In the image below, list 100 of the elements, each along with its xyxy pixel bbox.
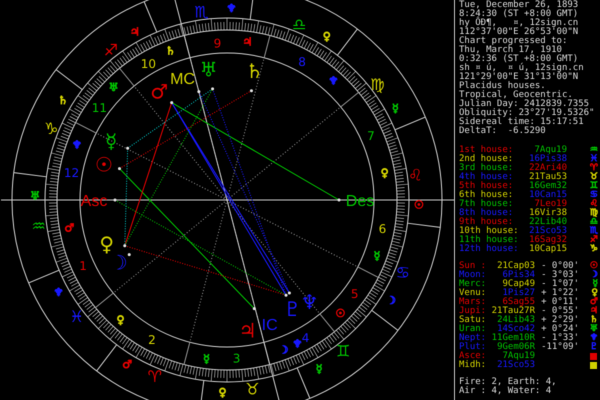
ruler-glyph: ♆ xyxy=(226,2,236,16)
planet-glyph: ♄ xyxy=(245,58,264,83)
body-speed: -11°09' xyxy=(540,343,579,352)
sign-glyph: ♐ xyxy=(590,236,598,245)
body-name: Uran: xyxy=(459,325,488,334)
body-speed: - 3°03' xyxy=(540,271,579,280)
body-name: Venu: xyxy=(459,289,488,298)
ruler-glyph: ♀ xyxy=(218,386,227,399)
planet-glyph: ♄ xyxy=(590,316,598,325)
chart-info-text: Placidus houses. xyxy=(459,82,546,91)
house-position: 16Sag32 xyxy=(528,236,567,245)
chart-info-text: Obliquity: 23°27'19.5326" xyxy=(459,109,596,118)
sign-glyph: ♑ xyxy=(590,245,598,254)
body-speed: + 1°22' xyxy=(540,289,579,298)
body-position: 21Sco53 xyxy=(496,361,535,370)
body-position: 11Gem10R xyxy=(490,334,535,343)
house-position: 22Lib40 xyxy=(528,218,567,227)
house-position: 16Pis38 xyxy=(528,155,567,164)
sign-glyph: ♓ xyxy=(590,155,598,164)
house-label: 4th house: xyxy=(459,173,514,182)
body-position: 6Sag55 xyxy=(502,298,535,307)
house-position: 7Aqu19 xyxy=(534,146,567,155)
element-count-text: Fire: 2, Earth: 4, xyxy=(459,378,558,387)
body-speed: + 0°11' xyxy=(540,298,579,307)
ruler-glyph: ☿ xyxy=(203,352,210,366)
house-number: 3 xyxy=(232,352,240,366)
body-name: Merc: xyxy=(459,280,488,289)
ruler-glyph: ♀ xyxy=(116,313,125,326)
body-speed: + 2°29' xyxy=(540,316,579,325)
ruler-glyph: ♆ xyxy=(54,286,64,300)
chart-info-text: Chart progressed to: xyxy=(459,37,568,46)
ruler-glyph: ♃ xyxy=(130,26,140,39)
planet-glyph: ♇ xyxy=(283,296,302,321)
body-position: 24Lib43 xyxy=(496,316,535,325)
body-speed: - 0°00' xyxy=(540,262,579,271)
ruler-glyph: ☿ xyxy=(374,250,380,263)
ruler-glyph: ☉ xyxy=(414,198,424,212)
zodiac-sign: ♋ xyxy=(396,263,410,282)
zodiac-sign: ♓ xyxy=(69,307,84,326)
chart-info-text: DeltaT: -6.5290 xyxy=(459,127,547,136)
chart-info-text: Sidereal time: 15:17:51 xyxy=(459,118,585,127)
body-speed: - 1°07' xyxy=(540,280,579,289)
planet-glyph: ☽ xyxy=(590,271,598,280)
chart-info-text: sh ¤ ú, ¤ ú, 12sign.cn xyxy=(459,64,585,73)
house-label: 10th house: xyxy=(459,227,520,236)
body-name: Satu: xyxy=(459,316,488,325)
chart-info-text: 121°29'00"E 31°13'00"N xyxy=(459,73,580,82)
chart-info-text: 112°37'00"E 26°53'00"N xyxy=(459,28,580,37)
chart-info-text: Tue, December 26, 1893 xyxy=(459,1,580,10)
planet-glyph: ♃ xyxy=(238,318,257,342)
body-position: 14Sco42 xyxy=(497,325,535,334)
house-number: 10 xyxy=(140,56,156,71)
house-position: 16Gem32 xyxy=(528,182,567,191)
ruler-glyph: ♅ xyxy=(30,190,40,203)
zodiac-sign: ♈ xyxy=(148,366,162,386)
element-count-text: Air : 4, Water: 4 xyxy=(459,387,552,396)
body-name: Mars: xyxy=(459,298,488,307)
house-number: 2 xyxy=(148,333,156,348)
body-speed: + 0°24' xyxy=(540,325,579,334)
house-label: 2nd house: xyxy=(459,155,514,164)
ruler-glyph: ☿ xyxy=(392,102,399,115)
body-name: Asce: xyxy=(459,352,488,361)
house-label: 3rd house: xyxy=(459,164,514,173)
sign-glyph: ♉ xyxy=(590,173,598,182)
ruler-glyph: ♀ xyxy=(322,30,331,43)
house-position: 22Ari40 xyxy=(528,164,567,173)
ruler-glyph: ♆ xyxy=(328,74,338,88)
house-label: 12th house: xyxy=(459,245,520,254)
house-number: 4 xyxy=(302,331,310,346)
planet-glyph: ♂ xyxy=(150,79,168,104)
planet-glyph: ♂ xyxy=(590,298,598,307)
house-number: 11 xyxy=(92,100,107,115)
angle-marker-icon xyxy=(589,361,598,370)
house-number: 5 xyxy=(350,287,358,302)
body-position: 21Cap03 xyxy=(496,262,535,271)
planet-glyph: ♅ xyxy=(200,57,218,82)
sign-glyph: ♌ xyxy=(590,200,598,209)
body-name: Midh: xyxy=(459,361,488,370)
ruler-glyph: ♄ xyxy=(165,44,176,58)
ruler-glyph: ♂ xyxy=(122,358,132,372)
house-number: 1 xyxy=(79,259,87,274)
house-label: 6th house: xyxy=(459,191,514,200)
sign-glyph: ♎ xyxy=(590,218,598,227)
house-label: 1st house: xyxy=(459,146,514,155)
planet-glyph: ♅ xyxy=(590,325,598,334)
chart-info-text: Tropical, Geocentric. xyxy=(459,91,573,100)
ruler-glyph: ♆ xyxy=(72,138,82,152)
sign-glyph: ♒ xyxy=(590,146,598,155)
planet-glyph: ☿ xyxy=(105,128,118,153)
planet-glyph: ☉ xyxy=(590,262,598,271)
ruler-glyph: ☉ xyxy=(335,306,346,320)
planet-glyph: ♀ xyxy=(591,289,598,298)
chart-info-text: Julian Day: 2412839.7355 xyxy=(459,100,590,109)
house-position: 10Can15 xyxy=(528,191,567,200)
angle-label: MC xyxy=(170,70,195,88)
ruler-glyph: ♅ xyxy=(108,81,119,94)
chart-info-text: hy ÔÐ¶, ¤, 12sign.cn xyxy=(459,19,580,28)
sign-glyph: ♍ xyxy=(590,209,598,218)
house-position: 21Tau53 xyxy=(528,173,567,182)
house-number: 6 xyxy=(378,222,386,236)
